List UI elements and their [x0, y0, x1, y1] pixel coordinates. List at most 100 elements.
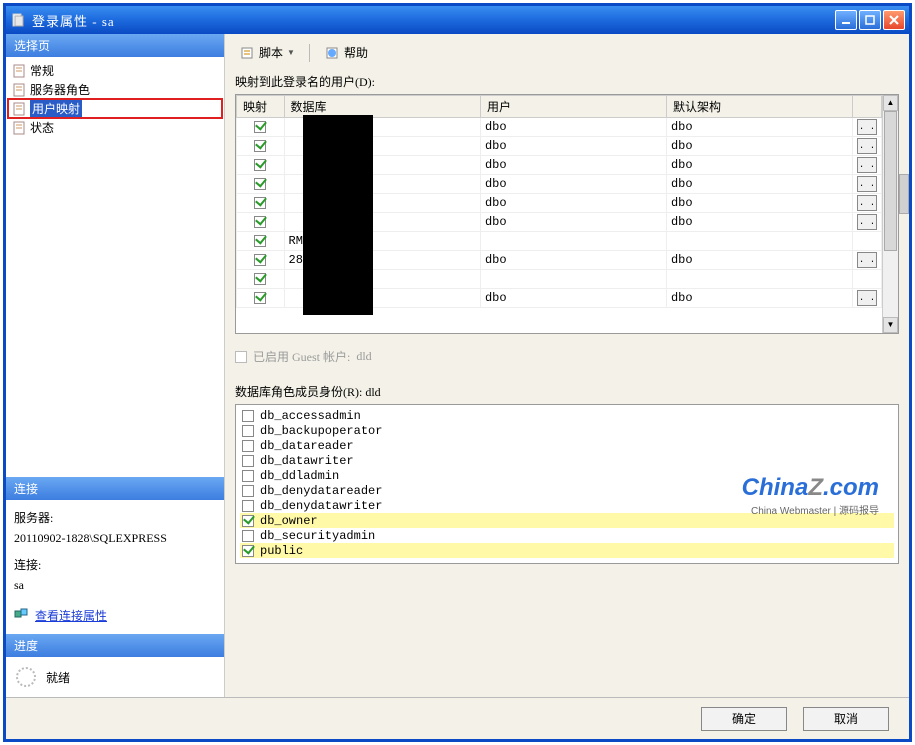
role-item[interactable]: db_backupoperator	[240, 423, 894, 438]
role-checkbox[interactable]	[242, 530, 254, 542]
app-icon	[10, 12, 26, 28]
cancel-button[interactable]: 取消	[803, 707, 889, 731]
role-item[interactable]: db_datawriter	[240, 453, 894, 468]
role-item[interactable]: db_owner	[240, 513, 894, 528]
browse-button[interactable]: . .	[857, 119, 877, 135]
user-cell[interactable]: dbo	[480, 251, 666, 270]
schema-cell[interactable]: dbo	[666, 194, 852, 213]
user-cell[interactable]: dbo	[480, 289, 666, 308]
scroll-up-icon[interactable]: ▲	[883, 95, 898, 111]
view-connection-props-link[interactable]: 查看连接属性	[35, 609, 107, 623]
connection-icon	[14, 606, 28, 620]
schema-cell[interactable]: dbo	[666, 251, 852, 270]
schema-cell[interactable]	[666, 232, 852, 251]
col-user[interactable]: 用户	[480, 96, 666, 118]
page-icon	[12, 121, 26, 135]
close-button[interactable]	[883, 10, 905, 30]
browse-button[interactable]: . .	[857, 214, 877, 230]
browse-button[interactable]: . .	[857, 176, 877, 192]
sidebar-item-label: 服务器角色	[30, 81, 90, 98]
schema-cell[interactable]: dbo	[666, 118, 852, 137]
role-checkbox[interactable]	[242, 440, 254, 452]
schema-cell[interactable]: dbo	[666, 289, 852, 308]
sidebar-item-user-mapping[interactable]: 用户映射	[8, 99, 222, 118]
browse-button[interactable]: . .	[857, 138, 877, 154]
map-checkbox[interactable]	[254, 197, 266, 209]
role-item[interactable]: db_denydatawriter	[240, 498, 894, 513]
user-cell[interactable]: dbo	[480, 118, 666, 137]
role-item[interactable]: db_ddladmin	[240, 468, 894, 483]
map-checkbox[interactable]	[254, 159, 266, 171]
role-item[interactable]: db_securityadmin	[240, 528, 894, 543]
user-cell[interactable]	[480, 232, 666, 251]
role-checkbox[interactable]	[242, 470, 254, 482]
guest-checkbox	[235, 351, 247, 363]
role-checkbox[interactable]	[242, 485, 254, 497]
schema-cell[interactable]: dbo	[666, 137, 852, 156]
user-cell[interactable]: dbo	[480, 194, 666, 213]
role-checkbox[interactable]	[242, 515, 254, 527]
browse-button[interactable]: . .	[857, 252, 877, 268]
user-cell[interactable]	[480, 270, 666, 289]
schema-cell[interactable]: dbo	[666, 175, 852, 194]
help-label: 帮助	[344, 44, 368, 61]
map-checkbox[interactable]	[254, 178, 266, 190]
user-cell[interactable]: dbo	[480, 213, 666, 232]
role-item[interactable]: public	[240, 543, 894, 558]
script-icon	[239, 45, 255, 61]
sidebar-item-general[interactable]: 常规	[8, 61, 222, 80]
grid-scrollbar[interactable]: ▲ ▼	[882, 95, 898, 333]
user-cell[interactable]: dbo	[480, 156, 666, 175]
role-name: db_denydatawriter	[260, 499, 382, 513]
help-button[interactable]: 帮助	[320, 42, 372, 63]
schema-cell[interactable]: dbo	[666, 213, 852, 232]
role-name: db_ddladmin	[260, 469, 339, 483]
user-cell[interactable]: dbo	[480, 175, 666, 194]
role-name: db_accessadmin	[260, 409, 361, 423]
scroll-thumb[interactable]	[884, 111, 897, 251]
scroll-down-icon[interactable]: ▼	[883, 317, 898, 333]
footer: 确定 取消	[6, 697, 909, 739]
browse-button[interactable]: . .	[857, 195, 877, 211]
guest-label: 已启用 Guest 帐户:	[253, 348, 350, 365]
minimize-button[interactable]	[835, 10, 857, 30]
server-label: 服务器:	[14, 508, 216, 528]
col-schema[interactable]: 默认架构	[666, 96, 852, 118]
schema-cell[interactable]: dbo	[666, 156, 852, 175]
map-checkbox[interactable]	[254, 121, 266, 133]
role-item[interactable]: db_accessadmin	[240, 408, 894, 423]
progress-header: 进度	[6, 634, 224, 657]
map-checkbox[interactable]	[254, 140, 266, 152]
role-checkbox[interactable]	[242, 455, 254, 467]
map-checkbox[interactable]	[254, 273, 266, 285]
role-name: db_datareader	[260, 439, 354, 453]
col-btn	[853, 96, 882, 118]
role-name: db_datawriter	[260, 454, 354, 468]
roles-listbox[interactable]: db_accessadmindb_backupoperatordb_datare…	[235, 404, 899, 564]
sidebar: 选择页 常规 服务器角色 用户映射 状态	[6, 34, 224, 697]
browse-button[interactable]: . .	[857, 157, 877, 173]
role-checkbox[interactable]	[242, 425, 254, 437]
role-item[interactable]: db_denydatareader	[240, 483, 894, 498]
map-checkbox[interactable]	[254, 254, 266, 266]
script-button[interactable]: 脚本 ▼	[235, 42, 299, 63]
map-checkbox[interactable]	[254, 235, 266, 247]
user-cell[interactable]: dbo	[480, 137, 666, 156]
panel-scrollbar-thumb[interactable]	[899, 174, 909, 214]
role-item[interactable]: db_datareader	[240, 438, 894, 453]
role-name: public	[260, 544, 303, 558]
map-checkbox[interactable]	[254, 292, 266, 304]
ok-button[interactable]: 确定	[701, 707, 787, 731]
col-map[interactable]: 映射	[237, 96, 285, 118]
browse-button[interactable]: . .	[857, 290, 877, 306]
schema-cell[interactable]	[666, 270, 852, 289]
page-icon	[12, 64, 26, 78]
maximize-button[interactable]	[859, 10, 881, 30]
map-checkbox[interactable]	[254, 216, 266, 228]
role-checkbox[interactable]	[242, 545, 254, 557]
sidebar-item-status[interactable]: 状态	[8, 118, 222, 137]
sidebar-item-label: 用户映射	[30, 100, 82, 117]
role-checkbox[interactable]	[242, 410, 254, 422]
role-checkbox[interactable]	[242, 500, 254, 512]
sidebar-item-server-roles[interactable]: 服务器角色	[8, 80, 222, 99]
